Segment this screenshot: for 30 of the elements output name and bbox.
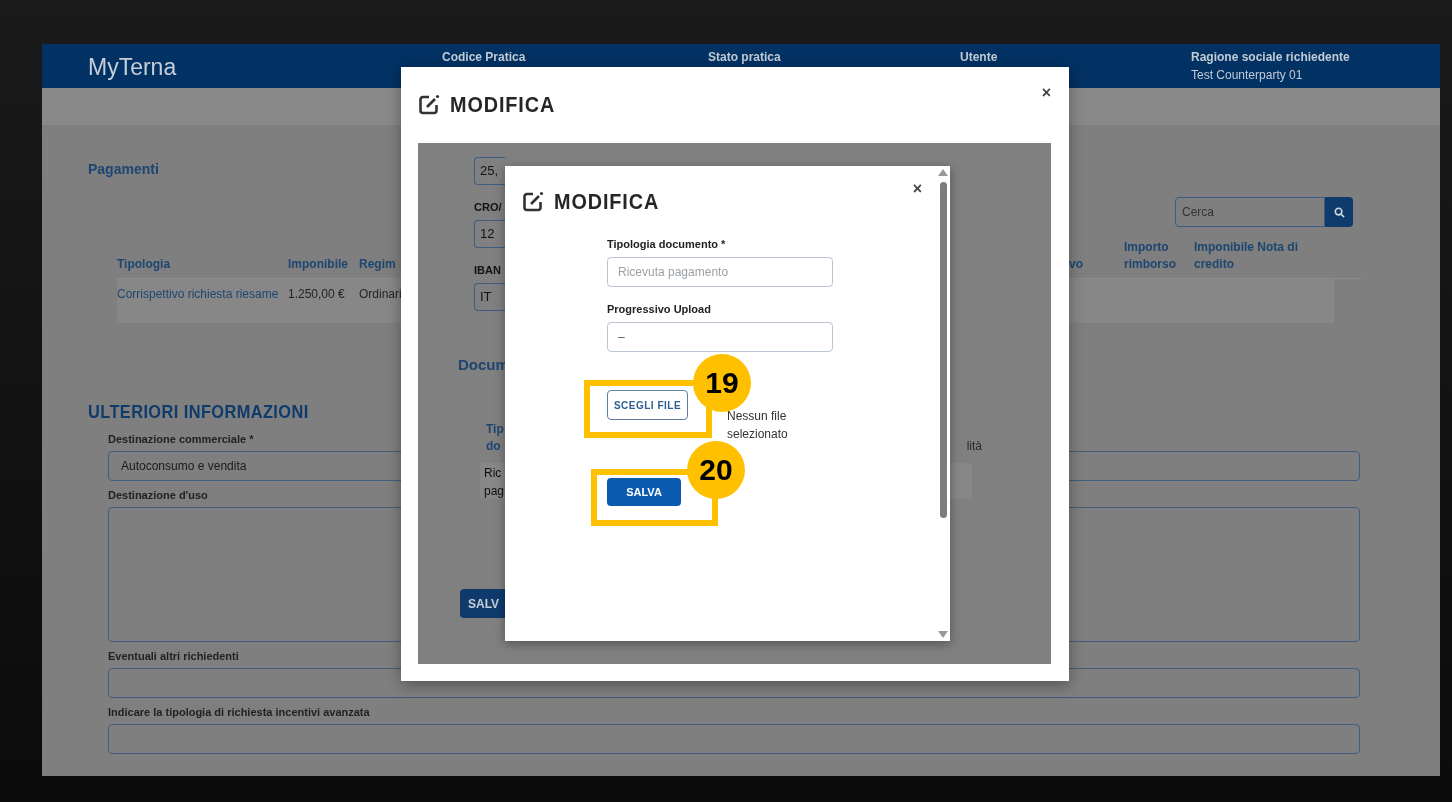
section-title: ULTERIORI INFORMAZIONI <box>88 401 309 423</box>
step-number: 20 <box>687 441 745 499</box>
field-label: Tipologia documento * <box>607 238 726 250</box>
dialog-title: MODIFICA <box>554 189 660 215</box>
column-header: Tipologia <box>117 257 171 271</box>
dialog-title: MODIFICA <box>450 92 556 118</box>
field-label: Destinazione d'uso <box>108 489 208 501</box>
column-header: lità <box>966 438 982 455</box>
column-label: Codice Pratica <box>442 50 527 64</box>
column-label: Ragione sociale richiedente <box>1191 50 1350 64</box>
column-header: vo <box>1069 257 1083 271</box>
column-header: Regim <box>359 257 396 271</box>
section-title: Pagamenti <box>88 161 159 177</box>
column-header: Tip do <box>486 421 504 455</box>
field-label: CRO/ <box>474 201 502 213</box>
table-cell: 1.250,00 € <box>288 287 345 301</box>
table-cell-text: Ric pag <box>484 465 505 500</box>
column-header: Imponibile <box>288 257 348 271</box>
step-number: 19 <box>693 354 751 412</box>
column-label: Utente <box>960 50 999 64</box>
field-label: Destinazione commerciale * <box>108 433 254 445</box>
field-label: Indicare la tipologia di richiesta incentivi avanzata <box>108 706 370 718</box>
field-label: Progressivo Upload <box>607 303 711 315</box>
field-label: IBAN <box>474 264 501 276</box>
column-value: Test Counterparty 01 <box>1191 68 1304 82</box>
table-cell: Ordinari <box>359 287 402 301</box>
column-header: Imponibile Nota di credito <box>1194 240 1298 271</box>
column-header: Importo rimborso <box>1124 240 1176 271</box>
column-label: Stato pratica <box>708 50 782 64</box>
field-label: Eventuali altri richiedenti <box>108 650 239 662</box>
